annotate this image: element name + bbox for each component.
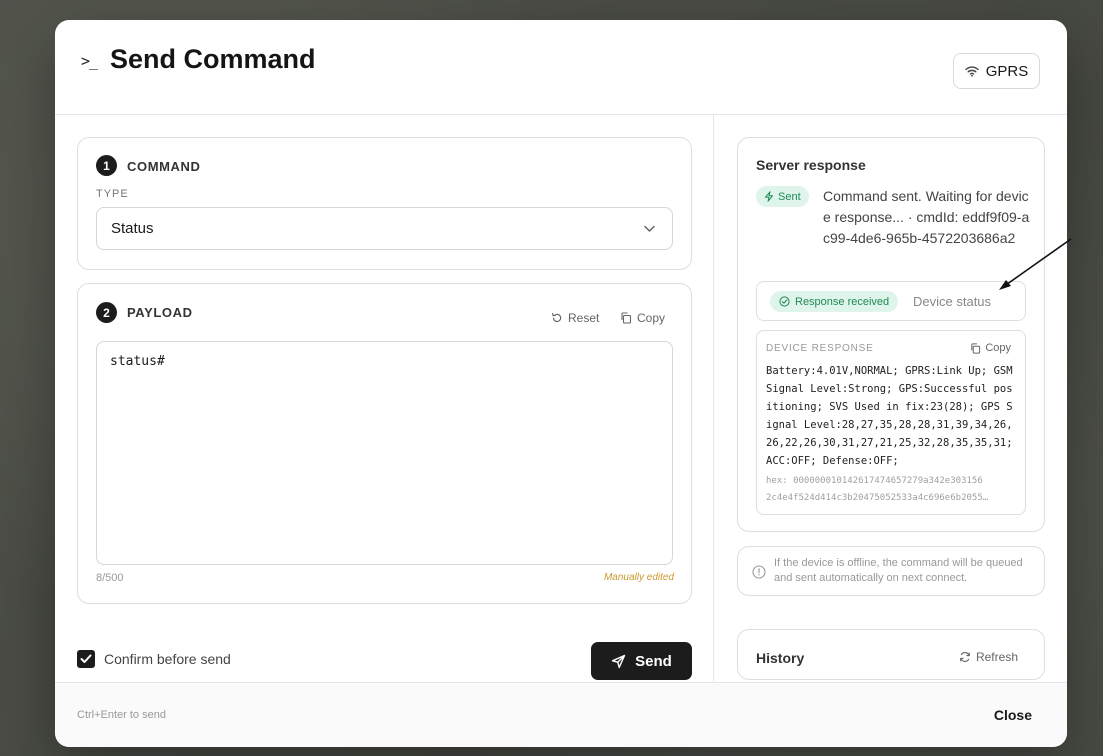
dialog-footer: Ctrl+Enter to send Close bbox=[55, 682, 1067, 747]
wifi-icon bbox=[965, 66, 979, 77]
command-type-value: Status bbox=[111, 220, 154, 237]
offline-info-card: If the device is offline, the command wi… bbox=[737, 546, 1045, 596]
hex-line: 2c4e4f524d414c3b20475052533a4c696e6b2055… bbox=[766, 493, 989, 503]
device-response-text: Battery:4.01V,NORMAL; GPRS:Link Up; GSM … bbox=[766, 365, 1013, 467]
confirm-label: Confirm before send bbox=[104, 651, 231, 667]
command-section-title: COMMAND bbox=[127, 159, 201, 174]
response-received-row: Response received Device status bbox=[756, 281, 1026, 321]
send-button[interactable]: Send bbox=[591, 642, 692, 680]
device-response-hex: hex: 000000010142617474657279a342e303156… bbox=[766, 473, 1016, 507]
refresh-icon bbox=[960, 652, 970, 662]
step-badge: 1 bbox=[96, 155, 117, 176]
offline-info-text: If the device is offline, the command wi… bbox=[774, 557, 1023, 584]
dialog-title: Send Command bbox=[110, 44, 316, 74]
history-card: History Refresh bbox=[737, 629, 1045, 680]
send-label: Send bbox=[635, 652, 672, 670]
sent-badge-label: Sent bbox=[778, 190, 801, 203]
response-received-label: Response received bbox=[795, 295, 890, 308]
sent-badge: Sent bbox=[756, 186, 809, 207]
hex-line: hex: 000000010142617474657279a342e303156 bbox=[766, 476, 983, 486]
copy-payload-button[interactable]: Copy bbox=[620, 311, 665, 325]
copy-response-button[interactable]: Copy bbox=[970, 342, 1011, 354]
device-response-box: DEVICE RESPONSE Copy Battery:4.01V,NORMA… bbox=[756, 330, 1026, 515]
copy-icon bbox=[621, 312, 632, 324]
send-icon bbox=[611, 654, 626, 668]
copy-icon bbox=[971, 342, 981, 354]
confirm-before-send[interactable]: Confirm before send bbox=[77, 650, 231, 668]
annotation-arrow-icon bbox=[999, 238, 1072, 290]
close-button[interactable]: Close bbox=[994, 707, 1032, 723]
confirm-checkbox[interactable] bbox=[77, 650, 95, 668]
server-response-card: Server response Sent Command sent. Waiti… bbox=[737, 137, 1045, 532]
connection-gprs-button[interactable]: GPRS bbox=[953, 53, 1040, 89]
response-column: Server response Sent Command sent. Waiti… bbox=[715, 115, 1067, 682]
device-status-label: Device status bbox=[913, 294, 992, 309]
device-response-label: DEVICE RESPONSE bbox=[766, 343, 874, 354]
refresh-button[interactable]: Refresh bbox=[959, 650, 1018, 664]
keyboard-hint: Ctrl+Enter to send bbox=[77, 709, 166, 721]
connection-label: GPRS bbox=[985, 62, 1029, 80]
manually-edited-note: Manually edited bbox=[603, 572, 674, 583]
refresh-label: Refresh bbox=[975, 650, 1018, 664]
command-type-select[interactable]: Status bbox=[96, 207, 673, 250]
step-badge: 2 bbox=[96, 302, 117, 323]
payload-card: 2 PAYLOAD Reset Copy status# 8/500 Manua… bbox=[77, 283, 692, 604]
command-card: 1 COMMAND TYPE Status bbox=[77, 137, 692, 270]
command-column: 1 COMMAND TYPE Status 2 PAYLOAD Reset Co… bbox=[55, 115, 714, 682]
type-label: TYPE bbox=[96, 188, 129, 200]
chevron-down-icon bbox=[644, 225, 655, 232]
response-received-badge: Response received bbox=[770, 291, 899, 312]
check-icon bbox=[80, 654, 92, 663]
terminal-icon: >_ bbox=[81, 52, 98, 70]
server-response-title: Server response bbox=[756, 157, 866, 173]
lightning-icon bbox=[765, 191, 773, 202]
reset-button[interactable]: Reset bbox=[551, 311, 599, 325]
payload-textarea[interactable]: status# bbox=[96, 341, 673, 565]
copy-label: Copy bbox=[637, 311, 666, 325]
payload-section-title: PAYLOAD bbox=[127, 305, 193, 320]
reset-icon bbox=[552, 313, 562, 323]
send-command-dialog: >_ Send Command GPRS 1 COMMAND TYPE Stat… bbox=[55, 20, 1067, 747]
character-counter: 8/500 bbox=[96, 572, 124, 584]
reset-label: Reset bbox=[568, 311, 600, 325]
info-icon bbox=[752, 565, 766, 579]
dialog-header: >_ Send Command GPRS bbox=[55, 20, 1067, 115]
copy-response-label: Copy bbox=[985, 342, 1011, 354]
check-circle-icon bbox=[779, 296, 790, 307]
history-title: History bbox=[756, 650, 805, 666]
